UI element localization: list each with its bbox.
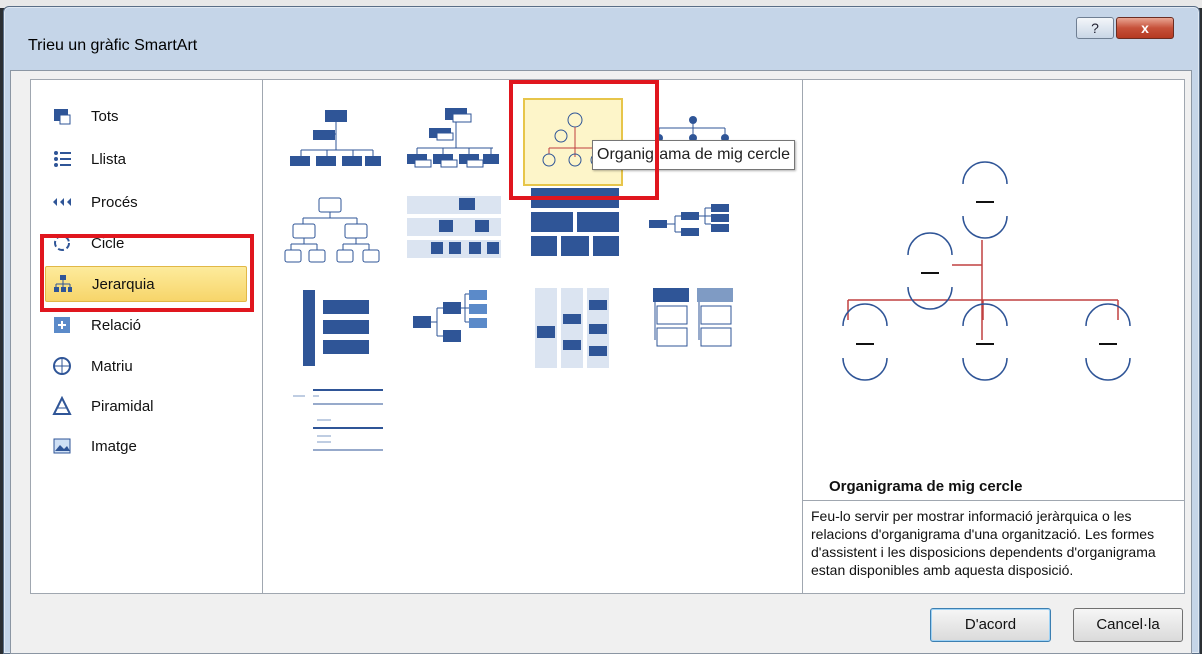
layout-name-title-org-chart[interactable] (403, 98, 503, 186)
annotation-box-category (40, 234, 254, 312)
preview-diagram (842, 161, 1131, 381)
all-icon (51, 105, 73, 127)
matrix-icon (51, 355, 73, 377)
category-label: Llista (91, 150, 127, 168)
category-item-matrix[interactable]: Matriu (45, 348, 247, 384)
category-item-list[interactable]: Llista (45, 141, 247, 177)
picture-icon (51, 435, 73, 457)
layout-hierarchy-list[interactable] (283, 286, 383, 374)
cancel-button[interactable]: Cancel·la (1073, 608, 1183, 642)
layout-table-list[interactable] (643, 286, 743, 374)
category-label: Matriu (91, 357, 133, 375)
preview-description: Feu-lo servir per mostrar informació jer… (803, 500, 1184, 593)
title-bar: Trieu un gràfic SmartArt ? x (4, 7, 1199, 67)
layout-horizontal-hierarchy[interactable] (643, 188, 743, 276)
close-button[interactable]: x (1116, 17, 1174, 39)
layout-labeled-hierarchy[interactable] (403, 188, 503, 276)
category-label: Relació (91, 316, 142, 334)
category-item-process[interactable]: Procés (45, 184, 247, 220)
layout-table-hierarchy[interactable] (523, 188, 623, 276)
list-icon (51, 148, 73, 170)
relation-icon (51, 314, 73, 336)
layout-lined-list[interactable] (283, 382, 385, 470)
pyramid-icon (51, 395, 73, 417)
help-button[interactable]: ? (1076, 17, 1114, 39)
layout-labeled-hierarchy-vertical[interactable] (523, 286, 623, 374)
category-label: Tots (91, 107, 119, 125)
layout-horizontal-labeled-hierarchy[interactable] (403, 286, 503, 374)
category-item-picture[interactable]: Imatge (45, 428, 247, 464)
category-item-pyramid[interactable]: Piramidal (45, 388, 247, 424)
annotation-box-layout (509, 80, 659, 200)
preview-pane: Organigrama de mig cercle Feu-lo servir … (802, 79, 1185, 594)
dialog-title: Trieu un gràfic SmartArt (28, 37, 198, 54)
process-icon (51, 191, 73, 213)
preview-title: Organigrama de mig cercle (829, 478, 1023, 495)
layout-organization-chart[interactable] (283, 98, 383, 186)
category-label: Piramidal (91, 397, 154, 415)
ok-button[interactable]: D'acord (930, 608, 1051, 642)
layout-hierarchy[interactable] (283, 188, 383, 276)
category-item-relation[interactable]: Relació (45, 307, 247, 343)
category-label: Procés (91, 193, 138, 211)
category-label: Imatge (91, 437, 137, 455)
category-list: Tots Llista Procés Cicle Jerarquia Relac… (30, 79, 263, 594)
category-item-all[interactable]: Tots (45, 98, 247, 134)
